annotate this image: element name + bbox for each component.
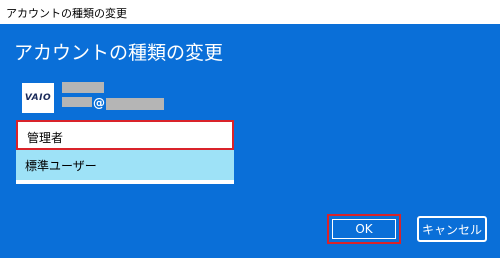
dialog-body: アカウントの種類の変更 VAIO @ 管理者 標準ユーザー OK キャンセル: [0, 24, 500, 258]
title-bar: アカウントの種類の変更: [0, 0, 500, 24]
account-avatar: VAIO: [22, 83, 54, 113]
cancel-button[interactable]: キャンセル: [417, 216, 487, 242]
ok-button[interactable]: OK: [332, 219, 396, 239]
dialog-heading: アカウントの種類の変更: [14, 42, 224, 64]
account-type-list[interactable]: 管理者 標準ユーザー: [16, 120, 234, 184]
window-title: アカウントの種類の変更: [6, 7, 127, 20]
account-name-redacted: [62, 82, 104, 93]
account-email-at: @: [93, 96, 105, 110]
option-label: 管理者: [27, 131, 64, 145]
account-email-user-redacted: [62, 97, 92, 107]
account-email-domain-redacted: [106, 98, 164, 110]
account-type-option-administrator[interactable]: 管理者: [16, 120, 234, 150]
account-type-option-standard-user[interactable]: 標準ユーザー: [16, 150, 234, 180]
vaio-logo: VAIO: [24, 93, 52, 103]
option-label: 標準ユーザー: [25, 159, 97, 173]
